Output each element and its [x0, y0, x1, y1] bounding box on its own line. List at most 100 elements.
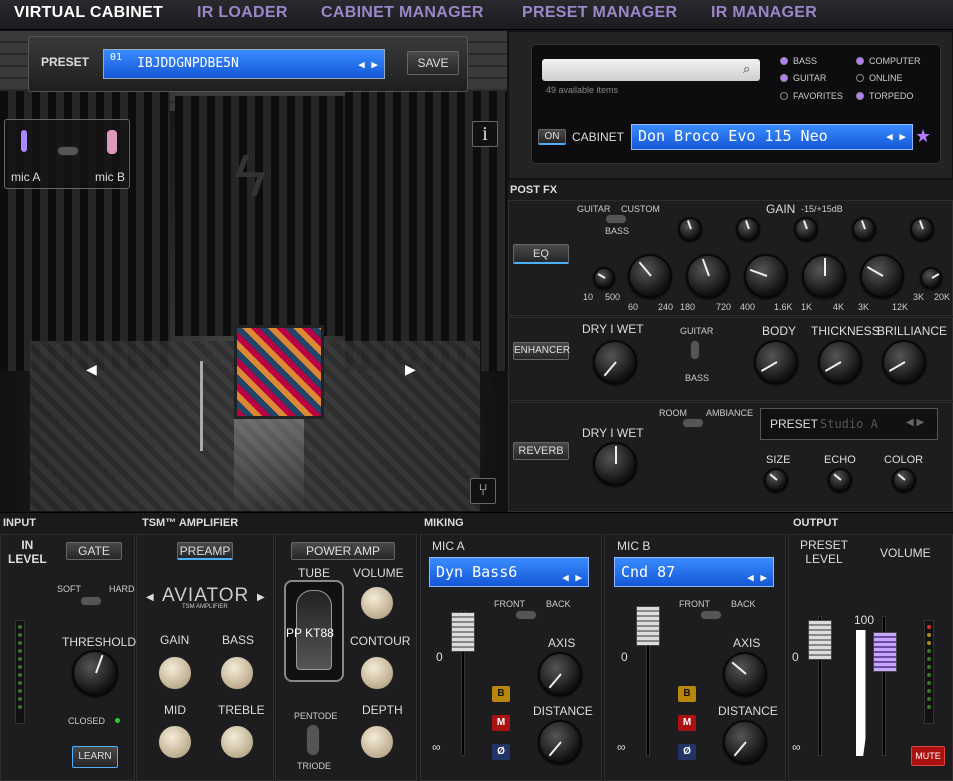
- mic-toggle[interactable]: [57, 146, 79, 156]
- contour-knob[interactable]: [360, 656, 394, 690]
- mic-a-phase-button[interactable]: Ø: [492, 744, 510, 760]
- reverb-size-knob[interactable]: [764, 468, 788, 492]
- mic-b-arrows-icon[interactable]: ◀ ▶: [747, 566, 767, 586]
- filter-online[interactable]: ONLINE: [869, 73, 903, 83]
- mic-a-axis-knob[interactable]: [538, 652, 582, 696]
- mic-b-phase-button[interactable]: Ø: [678, 744, 696, 760]
- eq-gain-knob-1[interactable]: [678, 217, 702, 241]
- filter-favorites[interactable]: FAVORITES: [793, 91, 843, 101]
- tab-cabinet-manager[interactable]: CABINET MANAGER: [321, 4, 484, 22]
- eq-freq-knob-3[interactable]: [744, 254, 788, 298]
- filter-torpedo-radio[interactable]: [856, 92, 864, 100]
- tab-ir-manager[interactable]: IR MANAGER: [711, 4, 817, 22]
- eq-gain-knob-3[interactable]: [794, 217, 818, 241]
- reverb-button[interactable]: REVERB: [513, 442, 569, 460]
- eq-gain-knob-4[interactable]: [852, 217, 876, 241]
- enhancer-body-knob[interactable]: [754, 340, 798, 384]
- eq-freq-knob-2[interactable]: [686, 254, 730, 298]
- treble-knob[interactable]: [220, 725, 254, 759]
- bass-knob[interactable]: [220, 656, 254, 690]
- mic-b-position-toggle[interactable]: [700, 610, 722, 620]
- mic-a-model: Dyn Bass6: [436, 563, 518, 581]
- mic-a-fader[interactable]: [451, 612, 475, 652]
- mic-b-distance-knob[interactable]: [723, 720, 767, 764]
- info-button[interactable]: i: [472, 121, 498, 147]
- filter-torpedo[interactable]: TORPEDO: [869, 91, 913, 101]
- learn-button[interactable]: LEARN: [72, 746, 118, 768]
- tuner-button[interactable]: ⑂: [470, 478, 496, 504]
- volume-fader[interactable]: [873, 632, 897, 672]
- gain-knob[interactable]: [158, 656, 192, 690]
- prev-position-icon[interactable]: ◀: [86, 361, 97, 378]
- mic-a-position-toggle[interactable]: [515, 610, 537, 620]
- gate-mode-toggle[interactable]: [80, 596, 102, 606]
- cabinet-arrows-icon[interactable]: ◀ ▶: [886, 130, 906, 143]
- eq-gain-knob-2[interactable]: [736, 217, 760, 241]
- poweramp-button[interactable]: POWER AMP: [291, 542, 395, 560]
- filter-guitar-radio[interactable]: [780, 74, 788, 82]
- tab-virtual-cabinet[interactable]: VIRTUAL CABINET: [14, 4, 163, 22]
- gate-button[interactable]: GATE: [66, 542, 122, 560]
- volume-knob[interactable]: [360, 586, 394, 620]
- eq-freq-knob-5[interactable]: [860, 254, 904, 298]
- mute-button[interactable]: MUTE: [911, 746, 945, 766]
- cabinet-display[interactable]: Don Broco Evo 115 Neo ◀ ▶: [631, 124, 913, 150]
- eq-freq-knob-1[interactable]: [628, 254, 672, 298]
- reverb-type-toggle[interactable]: [682, 418, 704, 428]
- eq-highcut-knob[interactable]: [920, 267, 942, 289]
- enhancer-mode-toggle[interactable]: [690, 340, 700, 360]
- preset-level-fader[interactable]: [808, 620, 832, 660]
- enhancer-brilliance-knob[interactable]: [882, 340, 926, 384]
- mic-a-b-button[interactable]: B: [492, 686, 510, 702]
- reverb-preset-arrows-icon[interactable]: ◀ ▶: [906, 417, 924, 428]
- eq-gain-knob-5[interactable]: [910, 217, 934, 241]
- enhancer-guitar-label: GUITAR: [680, 326, 714, 336]
- filter-computer-radio[interactable]: [856, 57, 864, 65]
- amp-next-icon[interactable]: ▶: [257, 592, 265, 603]
- search-input[interactable]: [542, 59, 760, 81]
- mic-b-display[interactable]: Cnd 87 ◀ ▶: [614, 557, 774, 587]
- preset-arrows-icon[interactable]: ◀ ▶: [358, 58, 378, 71]
- mic-b-m-button[interactable]: M: [678, 715, 696, 731]
- cabinet-on-button[interactable]: ON: [538, 129, 566, 145]
- next-position-icon[interactable]: ▶: [405, 361, 416, 378]
- enhancer-thickness-knob[interactable]: [818, 340, 862, 384]
- threshold-knob[interactable]: [72, 650, 118, 696]
- mic-a-display[interactable]: Dyn Bass6 ◀ ▶: [429, 557, 589, 587]
- eq-button[interactable]: EQ: [513, 244, 569, 264]
- enhancer-button[interactable]: ENHANCER: [513, 342, 570, 360]
- filter-favorites-radio[interactable]: [780, 92, 788, 100]
- reverb-mix-knob[interactable]: [593, 442, 637, 486]
- tube-mode-toggle[interactable]: [306, 724, 320, 756]
- filter-bass[interactable]: BASS: [793, 56, 817, 66]
- mic-a-arrows-icon[interactable]: ◀ ▶: [562, 566, 582, 586]
- mic-b-icon[interactable]: [107, 130, 117, 154]
- cabinet-image[interactable]: [234, 325, 324, 419]
- preset-display[interactable]: 01 IBJDDGNPDBE5N ◀ ▶: [103, 49, 385, 79]
- favorite-star-icon[interactable]: ★: [915, 126, 931, 147]
- amp-prev-icon[interactable]: ◀: [146, 592, 154, 603]
- mic-b-fader[interactable]: [636, 606, 660, 646]
- enhancer-mix-knob[interactable]: [593, 340, 637, 384]
- mic-a-m-button[interactable]: M: [492, 715, 510, 731]
- mic-a-icon[interactable]: [21, 130, 27, 152]
- mid-knob[interactable]: [158, 725, 192, 759]
- filter-online-radio[interactable]: [856, 74, 864, 82]
- mic-a-distance-knob[interactable]: [538, 720, 582, 764]
- mic-b-b-button[interactable]: B: [678, 686, 696, 702]
- eq-mode-toggle[interactable]: [605, 214, 627, 224]
- tab-preset-manager[interactable]: PRESET MANAGER: [522, 4, 677, 22]
- eq-freq-knob-4[interactable]: [802, 254, 846, 298]
- filter-bass-radio[interactable]: [780, 57, 788, 65]
- reverb-echo-knob[interactable]: [828, 468, 852, 492]
- tab-ir-loader[interactable]: IR LOADER: [197, 4, 288, 22]
- preamp-button[interactable]: PREAMP: [177, 542, 233, 560]
- depth-knob[interactable]: [360, 725, 394, 759]
- reverb-color-knob[interactable]: [892, 468, 916, 492]
- filter-computer[interactable]: COMPUTER: [869, 56, 921, 66]
- eq-lowcut-knob[interactable]: [593, 267, 615, 289]
- save-button[interactable]: SAVE: [407, 51, 459, 75]
- mic-b-axis-knob[interactable]: [723, 652, 767, 696]
- filter-guitar[interactable]: GUITAR: [793, 73, 826, 83]
- search-icon[interactable]: ⌕: [743, 61, 750, 77]
